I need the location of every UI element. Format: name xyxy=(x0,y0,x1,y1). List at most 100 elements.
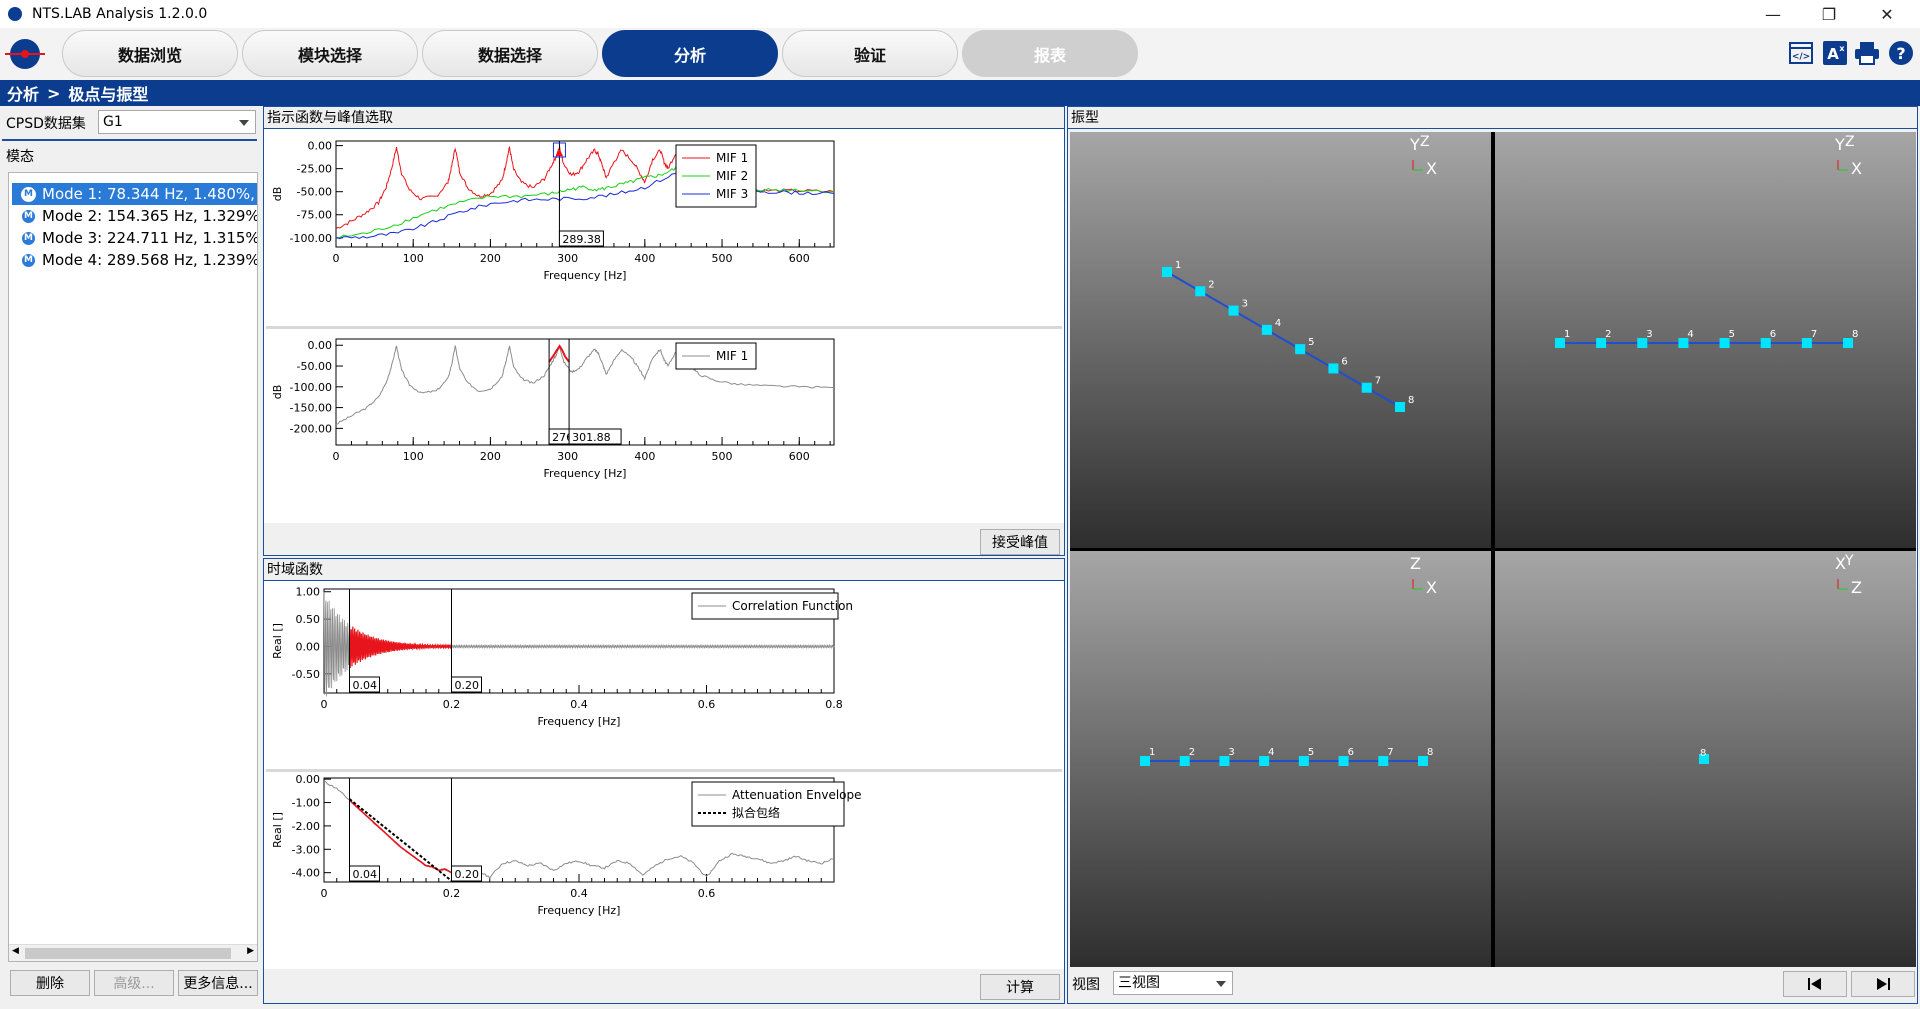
next-frame-button[interactable] xyxy=(1851,971,1915,997)
node-marker xyxy=(1328,363,1339,374)
three-view-viewport[interactable]: 12345678YXZ 12345678YXZ 12345678ZX 8XZY xyxy=(1070,132,1916,967)
x-tick-label: 500 xyxy=(712,252,733,265)
legend-label: Correlation Function xyxy=(732,599,853,613)
more-info-button[interactable]: 更多信息... xyxy=(178,970,258,996)
legend-label: MIF 1 xyxy=(716,349,748,363)
node-label: 1 xyxy=(1175,260,1181,271)
x-axis-label: Frequency [Hz] xyxy=(544,269,627,282)
divider xyxy=(2,139,257,141)
node-marker xyxy=(1261,324,1272,335)
delete-button[interactable]: 删除 xyxy=(10,970,90,996)
front-view[interactable]: 1 2 3 4 5 6 7 8 YXZ xyxy=(1070,132,1491,548)
minimize-button[interactable]: — xyxy=(1744,0,1802,28)
x-tick-label: 100 xyxy=(403,252,424,265)
chevron-down-icon xyxy=(1216,981,1226,987)
mif-chart[interactable]: 0 100 200 300 400 500 600 0.00 -25.00 -50.00 -75.0… xyxy=(266,131,1062,327)
x-tick-label: 0.8 xyxy=(825,698,843,711)
y-tick-label: -200.00 xyxy=(290,422,332,435)
mode-label: Mode 3: 224.711 Hz, 1.315%, xyxy=(42,229,258,247)
compute-button[interactable]: 计算 xyxy=(980,974,1060,1000)
node-marker xyxy=(1395,402,1405,412)
y-tick-label: -50.00 xyxy=(297,186,332,199)
node-label: 2 xyxy=(1208,279,1214,290)
tab-data-select[interactable]: 数据选择 xyxy=(422,30,598,77)
mif1-selection-chart[interactable]: 0 100 200 300 400 500 600 0.00 -50.00 -100.00 -150… xyxy=(266,329,1062,523)
legend-label: MIF 1 xyxy=(716,151,748,165)
axis-label-x: X xyxy=(1426,159,1437,178)
y-axis-label: dB xyxy=(271,187,284,202)
print-icon[interactable] xyxy=(1854,40,1880,66)
restore-button[interactable]: ❐ xyxy=(1800,0,1858,28)
horizontal-scrollbar[interactable]: ◀ ▶ xyxy=(9,944,257,961)
x-tick-label: 300 xyxy=(557,252,578,265)
scroll-left-icon[interactable]: ◀ xyxy=(12,946,19,956)
scrollbar-thumb[interactable] xyxy=(25,948,231,959)
top-view[interactable]: 1 2 3 4 5 6 7 8 YXZ xyxy=(1495,132,1916,548)
list-item-mode-4[interactable]: M Mode 4: 289.568 Hz, 1.239%, xyxy=(12,249,257,271)
y-tick-label: -25.00 xyxy=(297,163,332,176)
app-logo-icon xyxy=(8,7,22,21)
translate-icon[interactable]: Ax xyxy=(1822,40,1848,66)
y-tick-label: -100.00 xyxy=(290,232,332,245)
breadcrumb-section[interactable]: 分析 xyxy=(7,81,39,105)
skip-back-icon xyxy=(1808,978,1821,990)
accept-peak-button[interactable]: 接受峰值 xyxy=(980,529,1060,555)
cpsd-select[interactable]: G1 xyxy=(98,110,256,134)
advanced-button[interactable]: 高级... xyxy=(94,970,174,996)
tab-data-browse[interactable]: 数据浏览 xyxy=(62,30,238,77)
scroll-right-icon[interactable]: ▶ xyxy=(247,946,254,956)
code-view-icon[interactable]: </> xyxy=(1788,40,1814,66)
cursor-value-label: 0.20 xyxy=(455,868,480,881)
node-label: 5 xyxy=(1308,747,1314,758)
x-tick-label: 400 xyxy=(634,450,655,463)
y-tick-label: -1.00 xyxy=(292,797,320,810)
node-label: 6 xyxy=(1770,329,1776,340)
tab-module-select[interactable]: 模块选择 xyxy=(242,30,418,77)
node-label: 4 xyxy=(1275,318,1281,329)
view-select[interactable]: 三视图 xyxy=(1113,971,1233,995)
x-tick-label: 0.6 xyxy=(698,887,716,900)
correlation-chart[interactable]: 0 0.2 0.4 0.6 0.8 1.00 0.50 0.00 -0.50 Frequency … xyxy=(266,583,1062,769)
mode-badge-icon: M xyxy=(21,186,36,202)
tab-analysis[interactable]: 分析 xyxy=(602,30,778,77)
node-marker xyxy=(1228,305,1239,316)
list-item-mode-2[interactable]: M Mode 2: 154.365 Hz, 1.329%, xyxy=(12,205,257,227)
node-marker xyxy=(1195,286,1206,297)
tab-validation[interactable]: 验证 xyxy=(782,30,958,77)
y-tick-label: -2.00 xyxy=(292,820,320,833)
y-axis-label: Real [] xyxy=(271,812,284,848)
x-tick-label: 400 xyxy=(634,252,655,265)
help-icon[interactable]: ? xyxy=(1888,40,1914,66)
axis-label-y: Y xyxy=(1834,135,1845,154)
end-view[interactable]: 8XZY xyxy=(1495,551,1916,967)
list-item-mode-1[interactable]: M Mode 1: 78.344 Hz, 1.480%, M xyxy=(12,183,257,205)
y-tick-label: -4.00 xyxy=(292,867,320,880)
node-label: 1 xyxy=(1149,747,1155,758)
y-tick-label: -150.00 xyxy=(290,402,332,415)
legend-label: MIF 2 xyxy=(716,169,748,183)
time-domain-panel: 时域函数 0 0.2 0.4 0.6 0.8 1.00 0.50 0.00 -0.50 Frequ… xyxy=(263,558,1065,1004)
x-axis-label: Frequency [Hz] xyxy=(538,715,621,728)
close-button[interactable]: ✕ xyxy=(1858,0,1916,28)
x-tick-label: 100 xyxy=(403,450,424,463)
x-tick-label: 0.6 xyxy=(698,698,716,711)
y-axis-label: Real [] xyxy=(271,623,284,659)
list-item-mode-3[interactable]: M Mode 3: 224.711 Hz, 1.315%, xyxy=(12,227,258,249)
node-label: 5 xyxy=(1729,329,1735,340)
x-tick-label: 600 xyxy=(789,252,810,265)
cursor-value-label: 0.04 xyxy=(353,679,378,692)
side-view[interactable]: 1 2 3 4 5 6 7 8 ZX xyxy=(1070,551,1491,967)
y-tick-label: 1.00 xyxy=(296,586,321,599)
node-label: 7 xyxy=(1811,329,1817,340)
node-label: 8 xyxy=(1852,329,1858,340)
modes-list[interactable]: M Mode 1: 78.344 Hz, 1.480%, M M Mode 2:… xyxy=(8,172,258,962)
envelope-chart[interactable]: 0 0.2 0.4 0.6 0.00 -1.00 -2.00 -3.00 -4.00 Freque… xyxy=(266,772,1062,967)
view-select-value: 三视图 xyxy=(1118,975,1160,991)
view-label: 视图 xyxy=(1072,977,1100,993)
panel-footer: 接受峰值 xyxy=(264,523,1064,555)
tab-report[interactable]: 报表 xyxy=(962,30,1138,77)
previous-frame-button[interactable] xyxy=(1783,971,1847,997)
axis-label-z: Z xyxy=(1845,134,1855,150)
cursor-value-label: 301.88 xyxy=(572,431,611,444)
node-label: 6 xyxy=(1348,747,1354,758)
